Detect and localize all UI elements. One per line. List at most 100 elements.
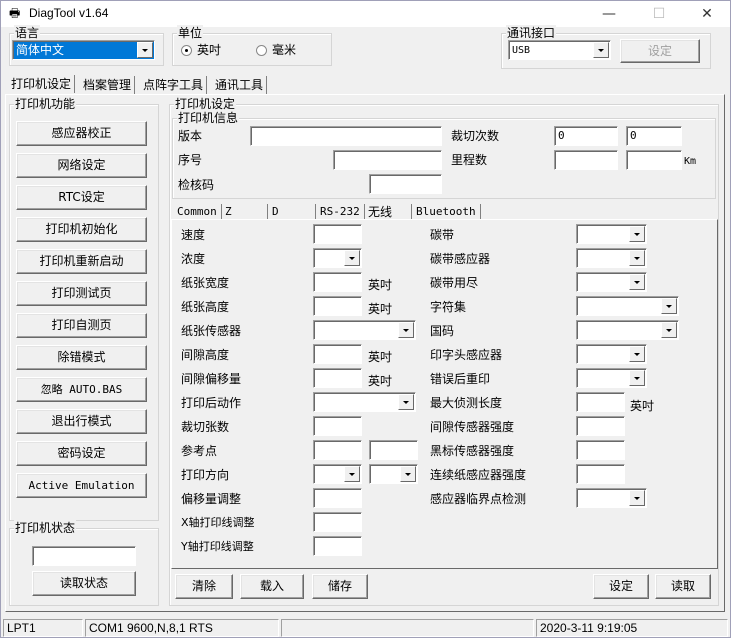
direction-select[interactable] bbox=[313, 464, 362, 484]
bline-sensor-intensity-field[interactable] bbox=[576, 440, 625, 460]
tab-printer-settings[interactable]: 打印机设定 bbox=[8, 75, 76, 93]
subtab-d[interactable]: D bbox=[268, 204, 316, 220]
active-emulation-button[interactable]: Active Emulation bbox=[16, 473, 147, 498]
exit-line-mode-button[interactable]: 退出行模式 bbox=[16, 409, 147, 434]
read-status-button[interactable]: 读取状态 bbox=[32, 571, 136, 596]
checksum-field[interactable] bbox=[369, 174, 442, 194]
country-code-select[interactable] bbox=[576, 320, 679, 340]
cut-count-field-1[interactable]: 0 bbox=[554, 126, 618, 146]
mileage-label: 里程数 bbox=[451, 153, 488, 167]
y-line-adjust-field[interactable] bbox=[313, 536, 362, 556]
sensor-threshold-select[interactable] bbox=[576, 488, 647, 508]
head-sensor-label: 印字头感应器 bbox=[430, 348, 503, 362]
save-button[interactable]: 储存 bbox=[312, 574, 368, 599]
serial-field[interactable] bbox=[333, 150, 442, 170]
chevron-down-icon[interactable] bbox=[137, 42, 153, 58]
charset-select[interactable] bbox=[576, 296, 679, 316]
chevron-down-icon[interactable] bbox=[629, 250, 645, 266]
window-title: DiagTool v1.64 bbox=[29, 6, 109, 20]
cut-pieces-field[interactable] bbox=[313, 416, 362, 436]
chevron-down-icon[interactable] bbox=[398, 394, 414, 410]
rtc-settings-button[interactable]: RTC设定 bbox=[16, 185, 147, 210]
comm-select[interactable]: USB bbox=[508, 40, 611, 60]
comm-set-button[interactable]: 设定 bbox=[620, 39, 700, 63]
printer-restart-button[interactable]: 打印机重新启动 bbox=[16, 249, 147, 274]
minimize-button[interactable]: — bbox=[586, 1, 632, 27]
subtab-bluetooth[interactable]: Bluetooth bbox=[412, 204, 481, 220]
title-bar: 🖶 DiagTool v1.64 — ☐ ✕ bbox=[1, 1, 730, 27]
set-button[interactable]: 设定 bbox=[593, 574, 649, 599]
print-test-page-button[interactable]: 打印测试页 bbox=[16, 281, 147, 306]
status-middle bbox=[281, 619, 534, 637]
chevron-down-icon[interactable] bbox=[344, 466, 360, 482]
x-line-adjust-field[interactable] bbox=[313, 512, 362, 532]
density-select[interactable] bbox=[313, 248, 362, 268]
reference-x-field[interactable] bbox=[313, 440, 362, 460]
ribbon-end-label: 碳带用尽 bbox=[430, 276, 479, 290]
reprint-after-error-select[interactable] bbox=[576, 368, 647, 388]
print-self-test-button[interactable]: 打印自测页 bbox=[16, 313, 147, 338]
load-button[interactable]: 载入 bbox=[240, 574, 304, 599]
continuous-sensor-intensity-field[interactable] bbox=[576, 464, 625, 484]
unit-mm-radio[interactable] bbox=[256, 45, 267, 56]
chevron-down-icon[interactable] bbox=[629, 490, 645, 506]
paper-height-field[interactable] bbox=[313, 296, 362, 316]
unit-inch-radio[interactable] bbox=[181, 45, 192, 56]
network-settings-button[interactable]: 网络设定 bbox=[16, 153, 147, 178]
subtab-rs232[interactable]: RS-232 bbox=[316, 204, 365, 220]
reference-y-field[interactable] bbox=[369, 440, 418, 460]
max-detect-length-field[interactable] bbox=[576, 392, 625, 412]
chevron-down-icon[interactable] bbox=[629, 370, 645, 386]
mileage-field-1[interactable] bbox=[554, 150, 618, 170]
close-button[interactable]: ✕ bbox=[684, 1, 730, 27]
version-field[interactable] bbox=[250, 126, 442, 146]
tab-bitmap-font-tool[interactable]: 点阵字工具 bbox=[140, 76, 208, 94]
debug-mode-button[interactable]: 除错模式 bbox=[16, 345, 147, 370]
country-code-label: 国码 bbox=[430, 324, 455, 338]
tab-comm-tool[interactable]: 通讯工具 bbox=[212, 76, 268, 94]
max-detect-length-label: 最大侦测长度 bbox=[430, 396, 503, 410]
offset-adjust-label: 偏移量调整 bbox=[181, 492, 242, 506]
subtab-wireless[interactable]: 无线 bbox=[364, 204, 412, 220]
gap-sensor-intensity-field[interactable] bbox=[576, 416, 625, 436]
chevron-down-icon[interactable] bbox=[629, 346, 645, 362]
speed-field[interactable] bbox=[313, 224, 362, 244]
language-group-label: 语言 bbox=[14, 25, 41, 41]
continuous-sensor-intensity-label: 连续纸感应器强度 bbox=[430, 468, 527, 482]
ribbon-select[interactable] bbox=[576, 224, 647, 244]
ribbon-end-select[interactable] bbox=[576, 272, 647, 292]
head-sensor-select[interactable] bbox=[576, 344, 647, 364]
cut-pieces-label: 裁切张数 bbox=[181, 420, 230, 434]
printer-init-button[interactable]: 打印机初始化 bbox=[16, 217, 147, 242]
chevron-down-icon[interactable] bbox=[629, 226, 645, 242]
chevron-down-icon[interactable] bbox=[661, 322, 677, 338]
printer-icon: 🖶 bbox=[9, 6, 21, 20]
unit-group-label: 单位 bbox=[177, 25, 204, 41]
subtab-common[interactable]: Common bbox=[173, 204, 222, 220]
chevron-down-icon[interactable] bbox=[661, 298, 677, 314]
read-button[interactable]: 读取 bbox=[655, 574, 711, 599]
language-select[interactable]: 简体中文 bbox=[12, 40, 155, 60]
chevron-down-icon[interactable] bbox=[398, 322, 414, 338]
clear-button[interactable]: 清除 bbox=[175, 574, 233, 599]
cut-count-field-2[interactable]: 0 bbox=[626, 126, 682, 146]
mirror-select[interactable] bbox=[369, 464, 418, 484]
sensor-calibration-button[interactable]: 感应器校正 bbox=[16, 121, 147, 146]
tab-file-manager[interactable]: 档案管理 bbox=[80, 76, 136, 94]
password-settings-button[interactable]: 密码设定 bbox=[16, 441, 147, 466]
chevron-down-icon[interactable] bbox=[400, 466, 416, 482]
mileage-field-2[interactable] bbox=[626, 150, 682, 170]
gap-offset-field[interactable] bbox=[313, 368, 362, 388]
chevron-down-icon[interactable] bbox=[344, 250, 360, 266]
ignore-autobas-button[interactable]: 忽略 AUTO.BAS bbox=[16, 377, 147, 402]
ribbon-sensor-select[interactable] bbox=[576, 248, 647, 268]
gap-height-field[interactable] bbox=[313, 344, 362, 364]
maximize-button[interactable]: ☐ bbox=[636, 1, 682, 27]
chevron-down-icon[interactable] bbox=[593, 42, 609, 58]
post-print-action-select[interactable] bbox=[313, 392, 416, 412]
subtab-z[interactable]: Z bbox=[221, 204, 268, 220]
offset-adjust-field[interactable] bbox=[313, 488, 362, 508]
paper-width-field[interactable] bbox=[313, 272, 362, 292]
chevron-down-icon[interactable] bbox=[629, 274, 645, 290]
paper-sensor-select[interactable] bbox=[313, 320, 416, 340]
